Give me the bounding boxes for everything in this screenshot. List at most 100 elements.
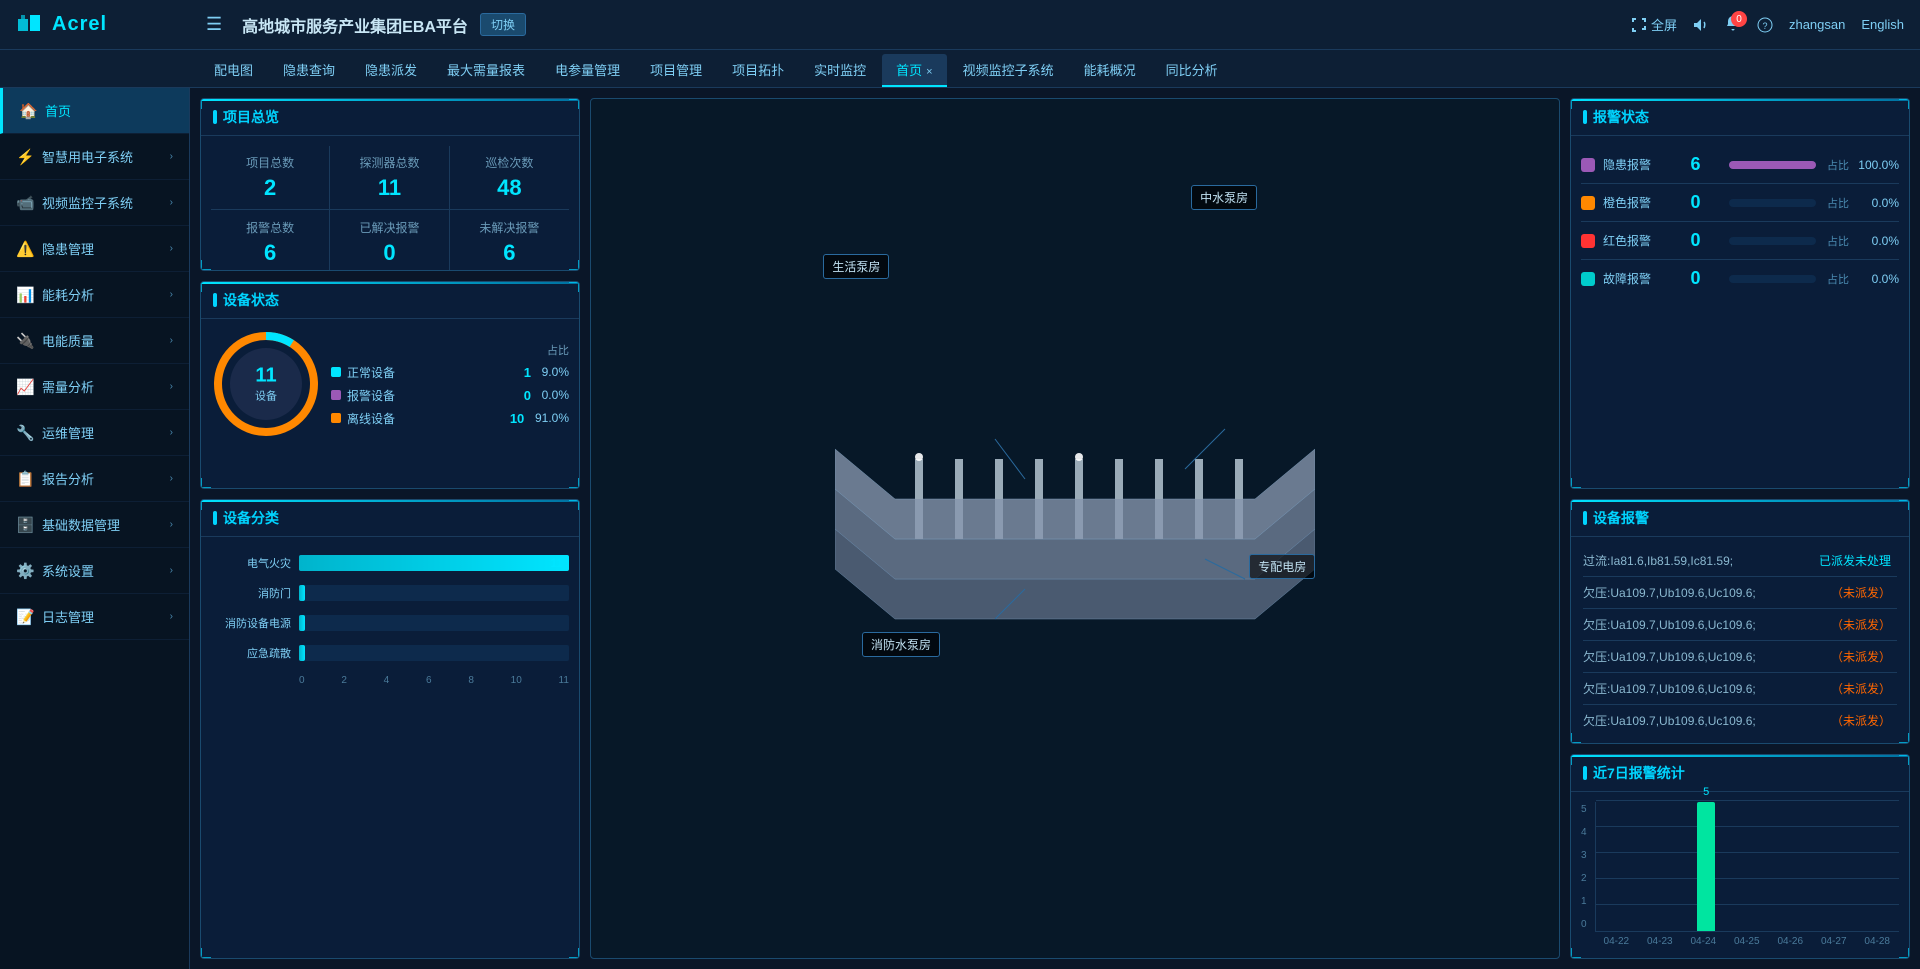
sidebar-item-基础数据管理[interactable]: 🗄️ 基础数据管理 ›	[0, 502, 189, 548]
y-label: 2	[1581, 873, 1587, 884]
nav-tab-配电图[interactable]: 配电图	[200, 54, 267, 87]
chevron-right-icon: ›	[170, 197, 173, 208]
sidebar-item-智慧用电子系统[interactable]: ⚡ 智慧用电子系统 ›	[0, 134, 189, 180]
sidebar-item-label: 基础数据管理	[42, 515, 120, 534]
sidebar-item-需量分析[interactable]: 📈 需量分析 ›	[0, 364, 189, 410]
alarm-list-text: 欠压:Ua109.7,Ub109.6,Uc109.6;	[1583, 648, 1825, 665]
sidebar-item-label: 需量分析	[42, 377, 94, 396]
nav-tab-隐患派发[interactable]: 隐患派发	[351, 54, 431, 87]
sidebar-item-电能质量[interactable]: 🔌 电能质量 ›	[0, 318, 189, 364]
h-grid-line	[1596, 800, 1899, 801]
project-overview-panel: 项目总览 项目总数 2探测器总数 11巡检次数 48报警总数 6已解决报警 0未…	[200, 98, 580, 271]
switch-button[interactable]: 切换	[480, 13, 526, 36]
notification-bell[interactable]: 0	[1725, 15, 1741, 34]
device-cat-bar-消防设备电源: 消防设备电源	[211, 615, 569, 631]
chart-7day-content: 543210 5	[1571, 792, 1909, 957]
alarm-status-row-故障报警: 故障报警 0 占比 0.0%	[1581, 260, 1899, 297]
h-grid-line	[1596, 852, 1899, 853]
sidebar-icon: 🔧	[16, 424, 34, 442]
y-label: 4	[1581, 827, 1587, 838]
nav-tab-项目管理[interactable]: 项目管理	[636, 54, 716, 87]
sidebar-item-视频监控子系统[interactable]: 📹 视频监控子系统 ›	[0, 180, 189, 226]
sidebar-item-label: 能耗分析	[42, 285, 94, 304]
alarm-color-block	[1581, 196, 1595, 210]
alarm-bar-track	[1729, 275, 1817, 283]
device-alarm-row: 欠压:Ua109.7,Ub109.6,Uc109.6; （未派发）	[1583, 609, 1897, 641]
nav-tabs: 配电图隐患查询隐患派发最大需量报表电参量管理项目管理项目拓扑实时监控首页×视频监…	[0, 50, 1920, 88]
device-category-panel: 设备分类 电气火灾 11 消防门 消防设备电源 应急疏散	[200, 499, 580, 959]
content-area: 项目总览 项目总数 2探测器总数 11巡检次数 48报警总数 6已解决报警 0未…	[190, 88, 1920, 969]
bar-fill	[299, 645, 305, 661]
label-zhongshuibengfang: 中水泵房	[1191, 185, 1257, 210]
label-shenghuobengfang: 生活泵房	[823, 254, 889, 279]
bar-container: 5	[1595, 802, 1899, 932]
h-grid-line	[1596, 904, 1899, 905]
axis-label: 8	[468, 675, 474, 686]
fullscreen-button[interactable]: 全屏	[1631, 15, 1677, 34]
top-bar: Acrel ☰ 高地城市服务产业集团EBA平台 切换 全屏 0 ?	[0, 0, 1920, 50]
volume-button[interactable]	[1693, 17, 1709, 33]
language-selector[interactable]: English	[1861, 17, 1904, 32]
device-status-header: 设备状态	[201, 282, 579, 319]
device-cat-bar-电气火灾: 电气火灾 11	[211, 555, 569, 571]
bar-fill: 11	[299, 555, 569, 571]
y-label: 5	[1581, 804, 1587, 815]
legend-row-报警设备: 报警设备 0 0.0%	[331, 387, 569, 404]
chevron-right-icon: ›	[170, 335, 173, 346]
nav-tab-项目拓扑[interactable]: 项目拓扑	[718, 54, 798, 87]
x-label: 04-24	[1690, 936, 1716, 947]
alarm-status-row-红色报警: 红色报警 0 占比 0.0%	[1581, 222, 1899, 260]
v-bar: 5	[1697, 802, 1715, 931]
nav-tab-电参量管理[interactable]: 电参量管理	[541, 54, 634, 87]
sidebar-item-能耗分析[interactable]: 📊 能耗分析 ›	[0, 272, 189, 318]
device-cat-bar-应急疏散: 应急疏散	[211, 645, 569, 661]
alarm-status-panel: 报警状态 隐患报警 6 占比 100.0% 橙色报警 0 占比 0.0% 红色报…	[1570, 98, 1910, 489]
sidebar-item-运维管理[interactable]: 🔧 运维管理 ›	[0, 410, 189, 456]
sidebar-icon: 📋	[16, 470, 34, 488]
v-bar-group	[1727, 802, 1768, 931]
donut-chart: 11 设备	[211, 329, 321, 439]
x-label: 04-27	[1821, 936, 1847, 947]
sidebar-item-首页[interactable]: 🏠 首页	[0, 88, 189, 134]
proj-item-探测器总数: 探测器总数 11	[330, 146, 449, 210]
chart-7day-panel: 近7日报警统计 543210	[1570, 754, 1910, 959]
bar-fill	[299, 585, 305, 601]
sidebar-icon: ⚠️	[16, 240, 34, 258]
sidebar-item-隐患管理[interactable]: ⚠️ 隐患管理 ›	[0, 226, 189, 272]
nav-tab-实时监控[interactable]: 实时监控	[800, 54, 880, 87]
fullscreen-icon	[1631, 17, 1647, 33]
sidebar-item-label: 报告分析	[42, 469, 94, 488]
axis-label: 11	[559, 675, 569, 686]
sidebar-item-报告分析[interactable]: 📋 报告分析 ›	[0, 456, 189, 502]
sidebar-icon: 🔌	[16, 332, 34, 350]
nav-tab-隐患查询[interactable]: 隐患查询	[269, 54, 349, 87]
alarm-list-status: （未派发）	[1825, 647, 1897, 666]
v-bar-group	[1809, 802, 1850, 931]
nav-tab-能耗概况[interactable]: 能耗概况	[1070, 54, 1150, 87]
chevron-right-icon: ›	[170, 519, 173, 530]
alarm-color-block	[1581, 158, 1595, 172]
sidebar-item-日志管理[interactable]: 📝 日志管理 ›	[0, 594, 189, 640]
chevron-right-icon: ›	[170, 151, 173, 162]
tab-close-icon[interactable]: ×	[926, 66, 932, 78]
alarm-list-status: （未派发）	[1825, 711, 1897, 730]
device-alarm-row: 欠压:Ua109.7,Ub109.6,Uc109.6; （未派发）	[1583, 577, 1897, 609]
sidebar-item-系统设置[interactable]: ⚙️ 系统设置 ›	[0, 548, 189, 594]
x-label: 04-23	[1647, 936, 1673, 947]
nav-tab-首页[interactable]: 首页×	[882, 54, 946, 87]
hamburger-icon[interactable]: ☰	[206, 14, 222, 35]
sidebar-icon: 📹	[16, 194, 34, 212]
sidebar-item-label: 运维管理	[42, 423, 94, 442]
alarm-status-row-橙色报警: 橙色报警 0 占比 0.0%	[1581, 184, 1899, 222]
nav-tab-同比分析[interactable]: 同比分析	[1152, 54, 1232, 87]
chart-7day-header: 近7日报警统计	[1571, 755, 1909, 792]
nav-tab-视频监控子系统[interactable]: 视频监控子系统	[949, 54, 1068, 87]
x-label: 04-28	[1864, 936, 1890, 947]
notification-count: 0	[1731, 11, 1747, 27]
device-status-content: 11 设备 占比 正常设备 1 9.0% 报警设备 0	[201, 319, 579, 449]
project-overview-header: 项目总览	[201, 99, 579, 136]
device-alarm-row: 欠压:Ua109.7,Ub109.6,Uc109.6; （未派发）	[1583, 705, 1897, 736]
v-bar-group	[1850, 802, 1891, 931]
nav-tab-最大需量报表[interactable]: 最大需量报表	[433, 54, 539, 87]
help-button[interactable]: ?	[1757, 17, 1773, 33]
